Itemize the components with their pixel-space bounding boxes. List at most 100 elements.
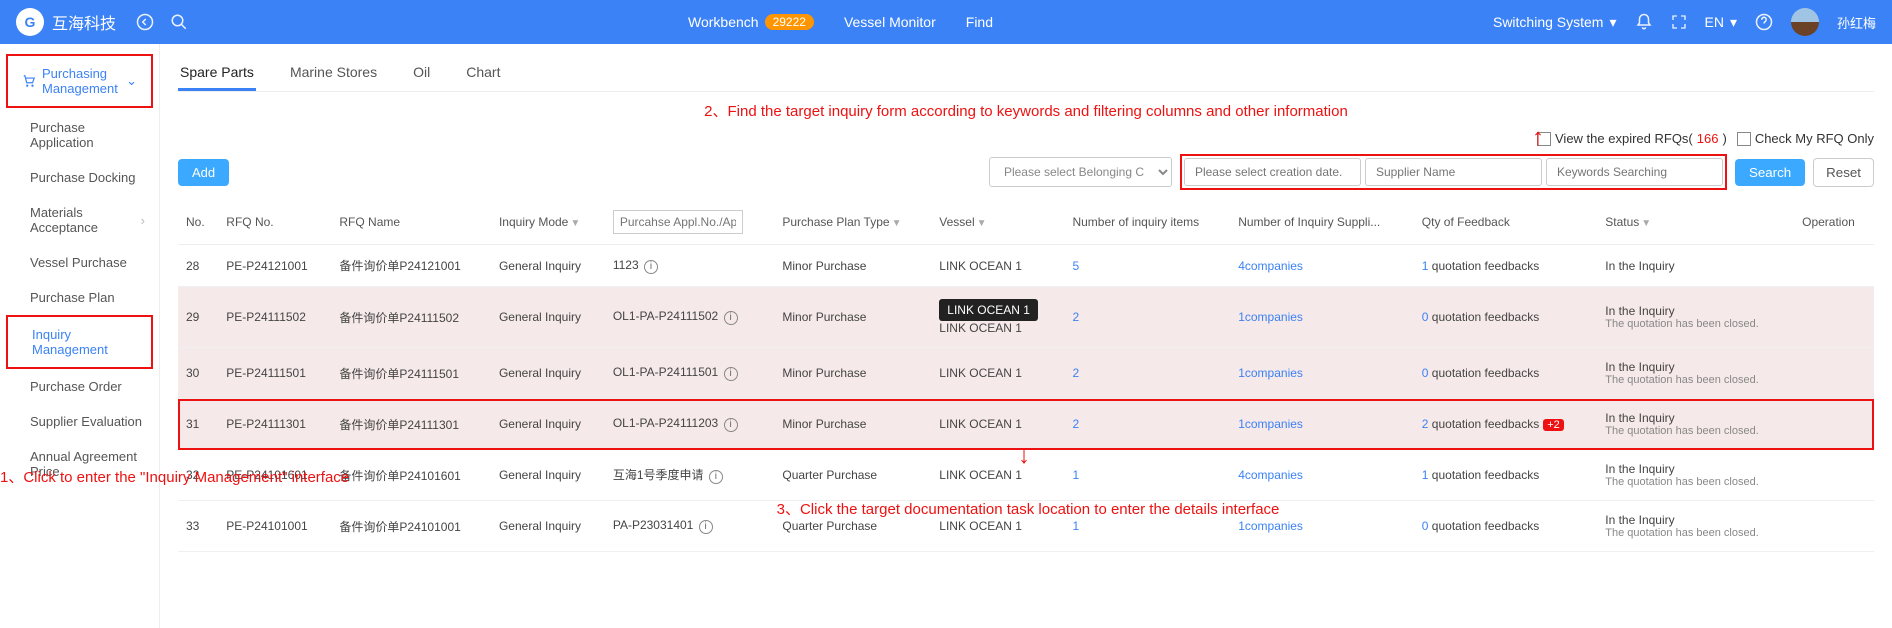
cell-vessel: LINK OCEAN 1LINK OCEAN 1 — [931, 287, 1064, 348]
belonging-select[interactable]: Please select Belonging C — [989, 157, 1172, 187]
table-row[interactable]: 28PE-P24121001备件询价单P24121001General Inqu… — [178, 245, 1874, 287]
cell-mode: General Inquiry — [491, 287, 605, 348]
cell-items[interactable]: 1 — [1064, 450, 1230, 501]
sidebar-item-materials[interactable]: Materials Acceptance › — [0, 195, 159, 245]
table-row[interactable]: 30PE-P24111501备件询价单P24111501General Inqu… — [178, 348, 1874, 399]
sidebar-item-docking[interactable]: Purchase Docking — [0, 160, 159, 195]
checkbox-icon — [1737, 132, 1751, 146]
caret-down-icon: ▾ — [1730, 14, 1737, 31]
cell-rfq-name: 备件询价单P24121001 — [331, 245, 491, 287]
nav-vessel-monitor[interactable]: Vessel Monitor — [844, 14, 936, 30]
cell-items[interactable]: 2 — [1064, 287, 1230, 348]
add-button[interactable]: Add — [178, 159, 229, 186]
cell-feedback: 1 quotation feedbacks — [1414, 245, 1597, 287]
cell-vessel: LINK OCEAN 1 — [931, 245, 1064, 287]
search-button[interactable]: Search — [1735, 159, 1805, 186]
sidebar-item-purchase-plan[interactable]: Purchase Plan — [0, 280, 159, 315]
cell-mode: General Inquiry — [491, 450, 605, 501]
sidebar-item-supplier-eval[interactable]: Supplier Evaluation — [0, 404, 159, 439]
cell-operation — [1794, 399, 1874, 450]
supplier-name-input[interactable] — [1365, 158, 1542, 186]
info-icon[interactable]: i — [699, 520, 713, 534]
cell-plan: Minor Purchase — [774, 399, 931, 450]
logo[interactable]: G 互海科技 — [16, 8, 116, 36]
th-inquiry-mode[interactable]: Inquiry Mode▼ — [491, 200, 605, 245]
th-no: No. — [178, 200, 218, 245]
cell-suppliers[interactable]: 1companies — [1230, 348, 1414, 399]
cell-feedback: 2 quotation feedbacks+2 — [1414, 399, 1597, 450]
info-icon[interactable]: i — [724, 367, 738, 381]
filter-group — [1180, 154, 1727, 190]
tab-marine-stores[interactable]: Marine Stores — [288, 56, 379, 91]
switching-system[interactable]: Switching System ▾ — [1493, 14, 1617, 31]
caret-down-icon: ▼ — [1641, 218, 1651, 229]
sidebar-item-purchase-order[interactable]: Purchase Order — [0, 369, 159, 404]
info-icon[interactable]: i — [644, 260, 658, 274]
cell-operation — [1794, 501, 1874, 552]
arrow-up-icon: ↑ — [1532, 124, 1544, 152]
sidebar-item-vessel-purchase[interactable]: Vessel Purchase — [0, 245, 159, 280]
cell-feedback: 0 quotation feedbacks — [1414, 348, 1597, 399]
cell-items[interactable]: 2 — [1064, 348, 1230, 399]
cell-vessel: LINK OCEAN 1 — [931, 450, 1064, 501]
info-icon[interactable]: i — [724, 418, 738, 432]
avatar[interactable] — [1791, 8, 1819, 36]
cell-rfq-name: 备件询价单P24101601 — [331, 450, 491, 501]
bell-icon[interactable] — [1635, 13, 1653, 31]
th-num-suppliers: Number of Inquiry Suppli... — [1230, 200, 1414, 245]
cell-status: In the Inquiry — [1597, 245, 1794, 287]
th-status[interactable]: Status▼ — [1597, 200, 1794, 245]
table-row[interactable]: 29PE-P24111502备件询价单P24111502General Inqu… — [178, 287, 1874, 348]
appl-no-filter[interactable] — [613, 210, 743, 234]
creation-date-input[interactable] — [1184, 158, 1361, 186]
tab-spare-parts[interactable]: Spare Parts — [178, 56, 256, 91]
cell-rfq-name: 备件询价单P24111502 — [331, 287, 491, 348]
cell-operation — [1794, 245, 1874, 287]
cell-feedback: 0 quotation feedbacks — [1414, 287, 1597, 348]
cell-items[interactable]: 5 — [1064, 245, 1230, 287]
cell-operation — [1794, 287, 1874, 348]
sidebar-group-purchasing[interactable]: Purchasing Management ⌄ — [6, 54, 153, 108]
arrow-down-icon: ↓ — [1018, 442, 1030, 470]
keywords-input[interactable] — [1546, 158, 1723, 186]
sidebar-item-application[interactable]: Purchase Application — [0, 110, 159, 160]
cell-suppliers[interactable]: 1companies — [1230, 399, 1414, 450]
nav-find[interactable]: Find — [966, 14, 993, 30]
info-icon[interactable]: i — [709, 470, 723, 484]
cell-no: 29 — [178, 287, 218, 348]
th-rfq-name: RFQ Name — [331, 200, 491, 245]
username: 孙红梅 — [1837, 13, 1876, 32]
cell-plan: Quarter Purchase — [774, 450, 931, 501]
cell-rfq-name: 备件询价单P24111501 — [331, 348, 491, 399]
fullscreen-icon[interactable] — [1671, 14, 1687, 30]
search-icon[interactable] — [170, 13, 188, 31]
cell-appl: OL1-PA-P24111203 i — [605, 399, 775, 450]
cell-feedback: 1 quotation feedbacks — [1414, 450, 1597, 501]
th-vessel[interactable]: Vessel▼ — [931, 200, 1064, 245]
cell-suppliers[interactable]: 4companies — [1230, 450, 1414, 501]
cell-vessel: LINK OCEAN 1 — [931, 348, 1064, 399]
nav-workbench[interactable]: Workbench 29222 — [688, 14, 814, 30]
lang-switch[interactable]: EN ▾ — [1705, 14, 1737, 31]
cell-items[interactable]: 2 — [1064, 399, 1230, 450]
cell-suppliers[interactable]: 4companies — [1230, 245, 1414, 287]
logo-text: 互海科技 — [52, 10, 116, 34]
tab-chart[interactable]: Chart — [464, 56, 502, 91]
annotation-step3: 3、Click the target documentation task lo… — [678, 498, 1378, 519]
cell-rfq-name: 备件询价单P24111301 — [331, 399, 491, 450]
chevron-down-icon: ⌄ — [126, 73, 137, 89]
cell-suppliers[interactable]: 1companies — [1230, 287, 1414, 348]
th-num-items: Number of inquiry items — [1064, 200, 1230, 245]
checkbox-my-rfq[interactable]: Check My RFQ Only — [1737, 131, 1874, 146]
tab-oil[interactable]: Oil — [411, 56, 432, 91]
help-icon[interactable] — [1755, 13, 1773, 31]
info-icon[interactable]: i — [724, 311, 738, 325]
back-icon[interactable] — [136, 13, 154, 31]
checkbox-view-expired[interactable]: View the expired RFQs(166) — [1537, 131, 1727, 146]
sidebar-item-inquiry[interactable]: Inquiry Management — [6, 315, 153, 369]
th-plan-type[interactable]: Purchase Plan Type▼ — [774, 200, 931, 245]
cell-operation — [1794, 348, 1874, 399]
cell-appl: 互海1号季度申请 i — [605, 450, 775, 501]
cell-no: 28 — [178, 245, 218, 287]
reset-button[interactable]: Reset — [1813, 158, 1874, 187]
